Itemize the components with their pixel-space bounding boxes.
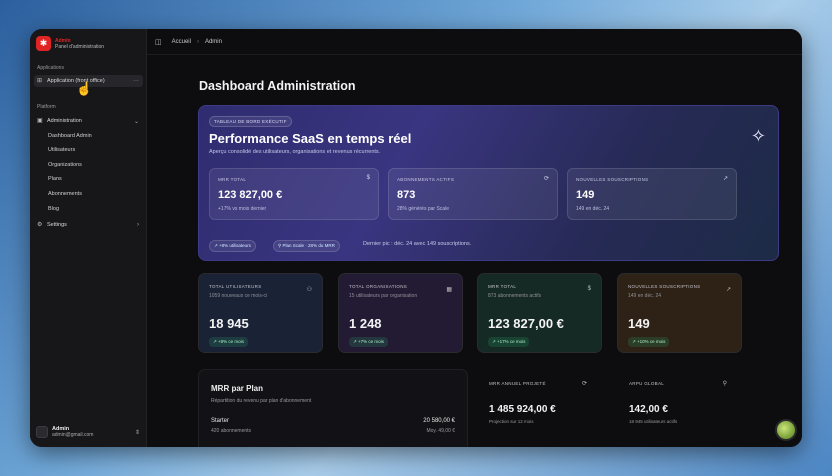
hero-card-souscriptions: NOUVELLES SOUSCRIPTIONS ↗ 149 149 en déc… xyxy=(567,168,737,220)
hero-card-note: 28% générés par Scale xyxy=(397,206,449,212)
stat-sub: 1059 nouveaux ce mois-ci xyxy=(209,293,268,299)
user-email: admin@gmail.com xyxy=(52,432,94,438)
panel-title: MRR par Plan xyxy=(211,384,264,393)
hero-card-note: 149 en déc. 24 xyxy=(576,206,610,212)
mini-note: Projection sur 12 mois xyxy=(489,419,534,424)
chevron-right-icon: › xyxy=(137,222,139,228)
stat-card-mrr: MRR TOTAL 873 abonnements actifs $ 123 8… xyxy=(477,273,602,353)
refresh-icon: ⟳ xyxy=(543,176,549,182)
hero-card-value: 873 xyxy=(397,189,416,201)
plan-count: 420 abonnements xyxy=(211,428,252,434)
dollar-icon: $ xyxy=(587,286,591,292)
topbar: ◫ Accueil › Admin xyxy=(147,29,802,55)
stat-value: 123 827,00 € xyxy=(488,316,564,331)
stat-badge: ↗ +7% ce mois xyxy=(349,337,388,347)
hero-badge: TABLEAU DE BORD EXÉCUTIF xyxy=(209,116,292,127)
breadcrumb-separator: › xyxy=(196,38,199,45)
sparkle-icon: ✧ xyxy=(750,126,766,146)
sidebar-toggle-icon[interactable]: ◫ xyxy=(155,38,162,46)
mini-value: 142,00 € xyxy=(629,404,668,415)
sidebar-item-abonnements[interactable]: Abonnements xyxy=(48,191,82,197)
users-icon: ⚇ xyxy=(306,287,312,293)
sidebar-item-settings[interactable]: ⚙ Settings › xyxy=(34,219,143,231)
sidebar-item-plans[interactable]: Plans xyxy=(48,176,62,182)
section-label-platform: Platform xyxy=(37,104,56,110)
app-window: ✱ Admin Panel d'administration Applicati… xyxy=(30,29,802,447)
stat-sub: 15 utilisateurs par organisation xyxy=(349,293,418,299)
brand-subtitle: Panel d'administration xyxy=(55,43,105,50)
stat-badge: ↗ +10% ce mois xyxy=(628,337,670,347)
mini-note: 18 945 utilisateurs actifs xyxy=(629,419,678,424)
stat-badge: ↗ +8% ce mois xyxy=(209,337,248,347)
dock-app-icon[interactable] xyxy=(775,419,797,441)
hero-card-label: ABONNEMENTS ACTIFS xyxy=(397,177,455,182)
grid-icon: ⊞ xyxy=(37,78,43,84)
stat-card-utilisateurs: TOTAL UTILISATEURS 1059 nouveaux ce mois… xyxy=(198,273,323,353)
hero-card-label: MRR TOTAL xyxy=(218,177,247,182)
sidebar-item-administration[interactable]: ▣ Administration ⌄ xyxy=(34,115,143,127)
breadcrumb-home[interactable]: Accueil xyxy=(172,39,191,45)
sidebar-item-dashboard-admin[interactable]: Dashboard Admin xyxy=(48,133,92,139)
stat-mrr-annuel: MRR ANNUEL PROJETÉ ⟳ 1 485 924,00 € Proj… xyxy=(479,369,597,447)
stat-value: 1 248 xyxy=(349,316,382,331)
hero-card-label: NOUVELLES SOUSCRIPTIONS xyxy=(576,177,649,182)
sidebar-item-blog[interactable]: Blog xyxy=(48,206,59,212)
stat-value: 18 945 xyxy=(209,316,249,331)
hero-footer-text: Dernier pic : déc. 24 avec 149 souscript… xyxy=(363,241,472,247)
hero-pill-users: ↗ +8% utilisateurs xyxy=(209,240,256,252)
chevron-down-icon: ⌄ xyxy=(133,118,139,125)
sidebar-item-organizations[interactable]: Organizations xyxy=(48,162,82,168)
user-menu[interactable]: Admin admin@gmail.com ⇕ xyxy=(36,423,142,441)
hero-card-value: 123 827,00 € xyxy=(218,189,283,201)
hero-panel: TABLEAU DE BORD EXÉCUTIF Performance Saa… xyxy=(198,105,779,261)
stat-label: NOUVELLES SOUSCRIPTIONS xyxy=(628,284,701,289)
sliders-icon: ⚙ xyxy=(37,222,43,228)
stat-label: TOTAL ORGANISATIONS xyxy=(349,284,408,289)
hero-card-value: 149 xyxy=(576,189,595,201)
stat-card-souscriptions: NOUVELLES SOUSCRIPTIONS 149 en déc. 24 ↗… xyxy=(617,273,742,353)
plan-value: 20 580,00 € xyxy=(423,418,455,424)
main-content: ◫ Accueil › Admin Dashboard Administrati… xyxy=(147,29,802,447)
section-label-applications: Applications xyxy=(37,65,64,71)
more-icon[interactable]: ··· xyxy=(133,78,139,84)
brand[interactable]: ✱ Admin Panel d'administration xyxy=(36,36,104,51)
mini-value: 1 485 924,00 € xyxy=(489,404,556,415)
stat-sub: 873 abonnements actifs xyxy=(488,293,542,299)
shield-icon: ✱ xyxy=(36,36,51,51)
trend-up-icon: ↗ xyxy=(722,176,728,182)
stat-badge: ↗ +17% ce mois xyxy=(488,337,530,347)
stat-card-organisations: TOTAL ORGANISATIONS 15 utilisateurs par … xyxy=(338,273,463,353)
plan-name: Starter xyxy=(211,418,230,424)
hero-title: Performance SaaS en temps réel xyxy=(209,131,412,146)
stat-arpu: ARPU GLOBAL ⚲ 142,00 € 18 945 utilisateu… xyxy=(619,369,737,447)
building-icon: ▦ xyxy=(446,287,452,293)
stat-value: 149 xyxy=(628,316,650,331)
hero-card-note: +17% vs mois dernier xyxy=(218,206,267,212)
panel-subtitle: Répartition du revenu par plan d'abonnem… xyxy=(211,398,312,404)
folder-icon: ▣ xyxy=(37,118,43,124)
dollar-icon: $ xyxy=(366,175,370,181)
plan-average: Moy. 49,00 € xyxy=(426,428,455,434)
breadcrumb-current: Admin xyxy=(204,38,222,45)
stat-label: MRR TOTAL xyxy=(488,284,517,289)
stat-sub: 149 en déc. 24 xyxy=(628,293,662,299)
hero-card-abonnements: ABONNEMENTS ACTIFS ⟳ 873 28% générés par… xyxy=(388,168,558,220)
page-title: Dashboard Administration xyxy=(199,79,356,93)
mini-label: MRR ANNUEL PROJETÉ xyxy=(489,381,546,386)
sidebar-item-label: Administration xyxy=(47,118,82,124)
stat-label: TOTAL UTILISATEURS xyxy=(209,284,262,289)
trend-up-icon: ↗ xyxy=(725,287,731,293)
hero-pill-plan: ⚲ Plan Scale · 28% du MRR xyxy=(273,240,340,252)
sidebar-item-label: Settings xyxy=(47,222,67,228)
sidebar-item-utilisateurs[interactable]: Utilisateurs xyxy=(48,147,75,153)
hero-card-mrr: MRR TOTAL $ 123 827,00 € +17% vs mois de… xyxy=(209,168,379,220)
avatar xyxy=(36,426,48,438)
chevron-updown-icon: ⇕ xyxy=(134,429,140,436)
pointer-cursor-icon: ☝ xyxy=(76,81,93,96)
mrr-by-plan-panel: MRR par Plan Répartition du revenu par p… xyxy=(198,369,468,447)
user-icon: ⚲ xyxy=(722,381,727,387)
hero-subtitle: Aperçu consolidé des utilisateurs, organ… xyxy=(209,149,381,155)
mini-label: ARPU GLOBAL xyxy=(629,381,665,386)
refresh-icon: ⟳ xyxy=(581,381,587,387)
